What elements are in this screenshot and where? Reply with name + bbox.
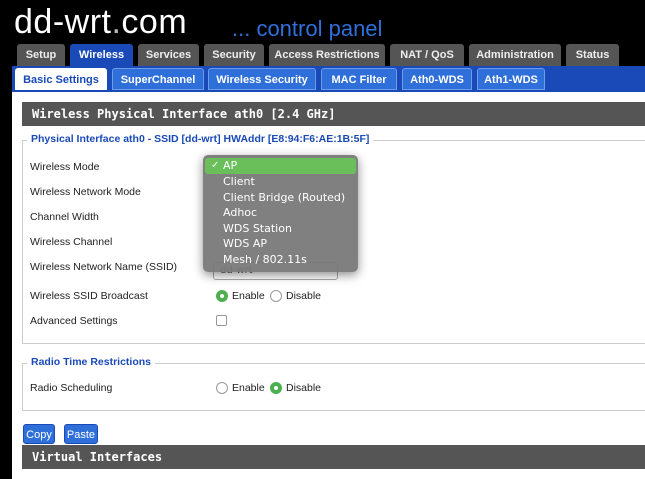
tab-security[interactable]: Security: [204, 44, 264, 66]
radio-time-legend: Radio Time Restrictions: [27, 356, 156, 368]
mode-option-adhoc[interactable]: Adhoc: [203, 205, 358, 221]
ssid-broadcast-disable-radio[interactable]: [270, 290, 282, 302]
label-ssid-broadcast: Wireless SSID Broadcast: [30, 290, 148, 302]
check-icon: ✓: [211, 160, 220, 171]
mode-option-client-bridge[interactable]: Client Bridge (Routed): [203, 190, 358, 206]
radio-time-fieldset: Radio Time Restrictions: [22, 356, 645, 411]
mode-option-wds-ap[interactable]: WDS AP: [203, 236, 358, 252]
radio-scheduling-enable-radio[interactable]: [216, 382, 228, 394]
advanced-settings-checkbox[interactable]: [216, 315, 227, 326]
label-advanced-settings: Advanced Settings: [30, 315, 118, 327]
label-ssid: Wireless Network Name (SSID): [30, 261, 178, 273]
mode-option-mesh[interactable]: Mesh / 802.11s: [203, 252, 358, 268]
wireless-mode-dropdown[interactable]: ✓ AP Client Client Bridge (Routed) Adhoc …: [203, 155, 358, 272]
mode-option-wds-station[interactable]: WDS Station: [203, 221, 358, 237]
subtab-mac-filter[interactable]: MAC Filter: [321, 68, 397, 90]
label-wireless-channel: Wireless Channel: [30, 236, 113, 248]
tab-status[interactable]: Status: [566, 44, 619, 66]
mode-option-client[interactable]: Client: [203, 174, 358, 190]
ssid-broadcast-enable-label: Enable: [232, 290, 265, 302]
section-title-virtual-interfaces: Virtual Interfaces: [22, 445, 645, 469]
radio-scheduling-disable-radio[interactable]: [270, 382, 282, 394]
tab-setup[interactable]: Setup: [17, 44, 65, 66]
radio-scheduling-disable-label: Disable: [286, 382, 322, 394]
label-radio-scheduling: Radio Scheduling: [30, 382, 113, 394]
tab-services[interactable]: Services: [138, 44, 199, 66]
label-wireless-mode: Wireless Mode: [30, 161, 100, 173]
content-panel: Wireless Physical Interface ath0 [2.4 GH…: [12, 92, 645, 479]
subtab-superchannel[interactable]: SuperChannel: [112, 68, 204, 90]
header: dd-wrt.com ... control panel: [0, 0, 645, 44]
mode-option-ap[interactable]: ✓ AP: [205, 158, 356, 174]
physical-interface-legend: Physical Interface ath0 - SSID [dd-wrt] …: [27, 133, 374, 145]
radio-scheduling-enable-label: Enable: [232, 382, 265, 394]
ssid-broadcast-enable-radio[interactable]: [216, 290, 228, 302]
logo: dd-wrt.com: [14, 3, 188, 41]
subtab-basic-settings[interactable]: Basic Settings: [15, 68, 107, 90]
paste-button[interactable]: Paste: [64, 424, 98, 444]
subtab-ath0-wds[interactable]: Ath0-WDS: [402, 68, 472, 90]
label-wireless-network-mode: Wireless Network Mode: [30, 186, 141, 198]
sub-tab-bar: Basic Settings SuperChannel Wireless Sec…: [12, 66, 645, 92]
label-channel-width: Channel Width: [30, 211, 99, 223]
control-panel-subtitle: ... control panel: [232, 16, 383, 41]
ssid-broadcast-disable-label: Disable: [286, 290, 322, 302]
tab-administration[interactable]: Administration: [469, 44, 561, 66]
main-tab-bar: Setup Wireless Services Security Access …: [0, 44, 645, 66]
copy-button[interactable]: Copy: [23, 424, 55, 444]
subtab-wireless-security[interactable]: Wireless Security: [208, 68, 316, 90]
section-title-physical-interface: Wireless Physical Interface ath0 [2.4 GH…: [22, 102, 645, 126]
tab-nat-qos[interactable]: NAT / QoS: [390, 44, 464, 66]
tab-wireless[interactable]: Wireless: [70, 44, 133, 66]
tab-access-restrictions[interactable]: Access Restrictions: [269, 44, 385, 66]
subtab-ath1-wds[interactable]: Ath1-WDS: [477, 68, 545, 90]
